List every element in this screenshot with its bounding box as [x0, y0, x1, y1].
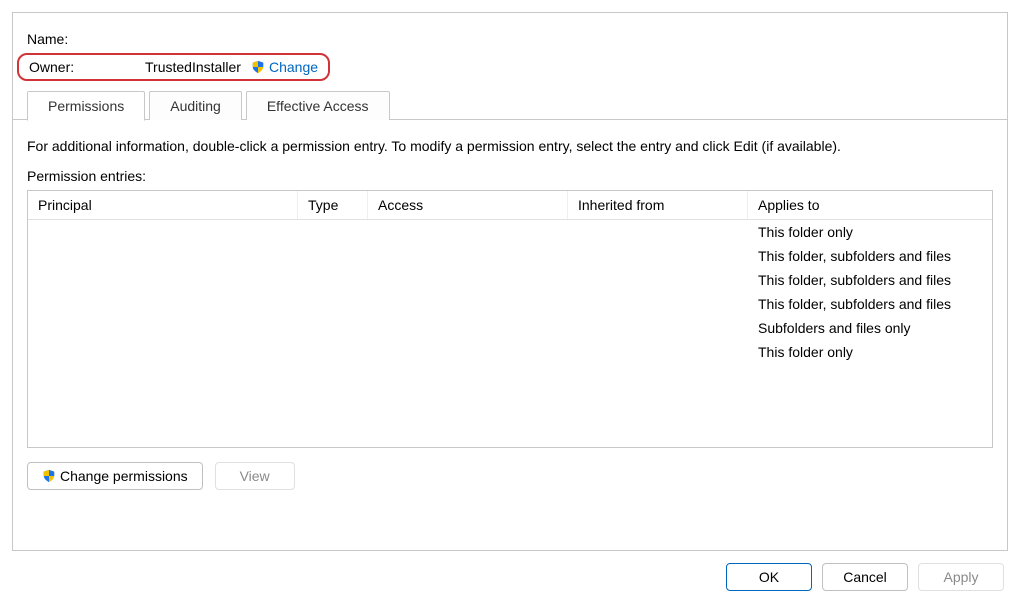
ok-button[interactable]: OK: [726, 563, 812, 591]
dialog-button-bar: OK Cancel Apply: [726, 563, 1004, 591]
cell: Subfolders and files only: [748, 320, 992, 336]
col-applies[interactable]: Applies to: [748, 191, 992, 219]
cell: This folder, subfolders and files: [748, 296, 992, 312]
col-inherited[interactable]: Inherited from: [568, 191, 748, 219]
tab-auditing[interactable]: Auditing: [149, 91, 242, 120]
tab-permissions[interactable]: Permissions: [27, 91, 145, 121]
shield-icon: [251, 60, 265, 74]
owner-row: Owner: TrustedInstaller Change: [27, 53, 993, 81]
cell: This folder only: [748, 224, 992, 240]
below-grid-buttons: Change permissions View: [27, 462, 993, 490]
cell: This folder, subfolders and files: [748, 272, 992, 288]
owner-highlight: Owner: TrustedInstaller Change: [17, 53, 330, 81]
cell: This folder only: [748, 344, 992, 360]
change-permissions-label: Change permissions: [60, 468, 188, 484]
name-label: Name:: [27, 31, 137, 47]
entries-label: Permission entries:: [27, 168, 993, 184]
col-type[interactable]: Type: [298, 191, 368, 219]
name-row: Name:: [27, 25, 993, 53]
col-access[interactable]: Access: [368, 191, 568, 219]
view-button[interactable]: View: [215, 462, 295, 490]
col-principal[interactable]: Principal: [28, 191, 298, 219]
owner-change-link[interactable]: Change: [269, 59, 318, 75]
table-row[interactable]: This folder, subfolders and files: [28, 292, 992, 316]
tab-effective-access[interactable]: Effective Access: [246, 91, 390, 120]
shield-icon: [42, 469, 56, 483]
tab-bar: Permissions Auditing Effective Access: [27, 91, 993, 120]
change-permissions-button[interactable]: Change permissions: [27, 462, 203, 490]
table-row[interactable]: This folder, subfolders and files: [28, 244, 992, 268]
instructions-text: For additional information, double-click…: [27, 138, 993, 154]
cancel-button[interactable]: Cancel: [822, 563, 908, 591]
table-row[interactable]: This folder only: [28, 220, 992, 244]
security-panel: Name: Owner: TrustedInstaller Change Per…: [12, 12, 1008, 551]
table-row[interactable]: This folder only: [28, 340, 992, 364]
cell: This folder, subfolders and files: [748, 248, 992, 264]
owner-value: TrustedInstaller: [145, 59, 241, 75]
apply-button[interactable]: Apply: [918, 563, 1004, 591]
table-row[interactable]: This folder, subfolders and files: [28, 268, 992, 292]
owner-label: Owner:: [29, 59, 145, 75]
permissions-grid[interactable]: Principal Type Access Inherited from App…: [27, 190, 993, 448]
grid-header: Principal Type Access Inherited from App…: [28, 191, 992, 220]
table-row[interactable]: Subfolders and files only: [28, 316, 992, 340]
grid-body: This folder only This folder, subfolders …: [28, 220, 992, 364]
